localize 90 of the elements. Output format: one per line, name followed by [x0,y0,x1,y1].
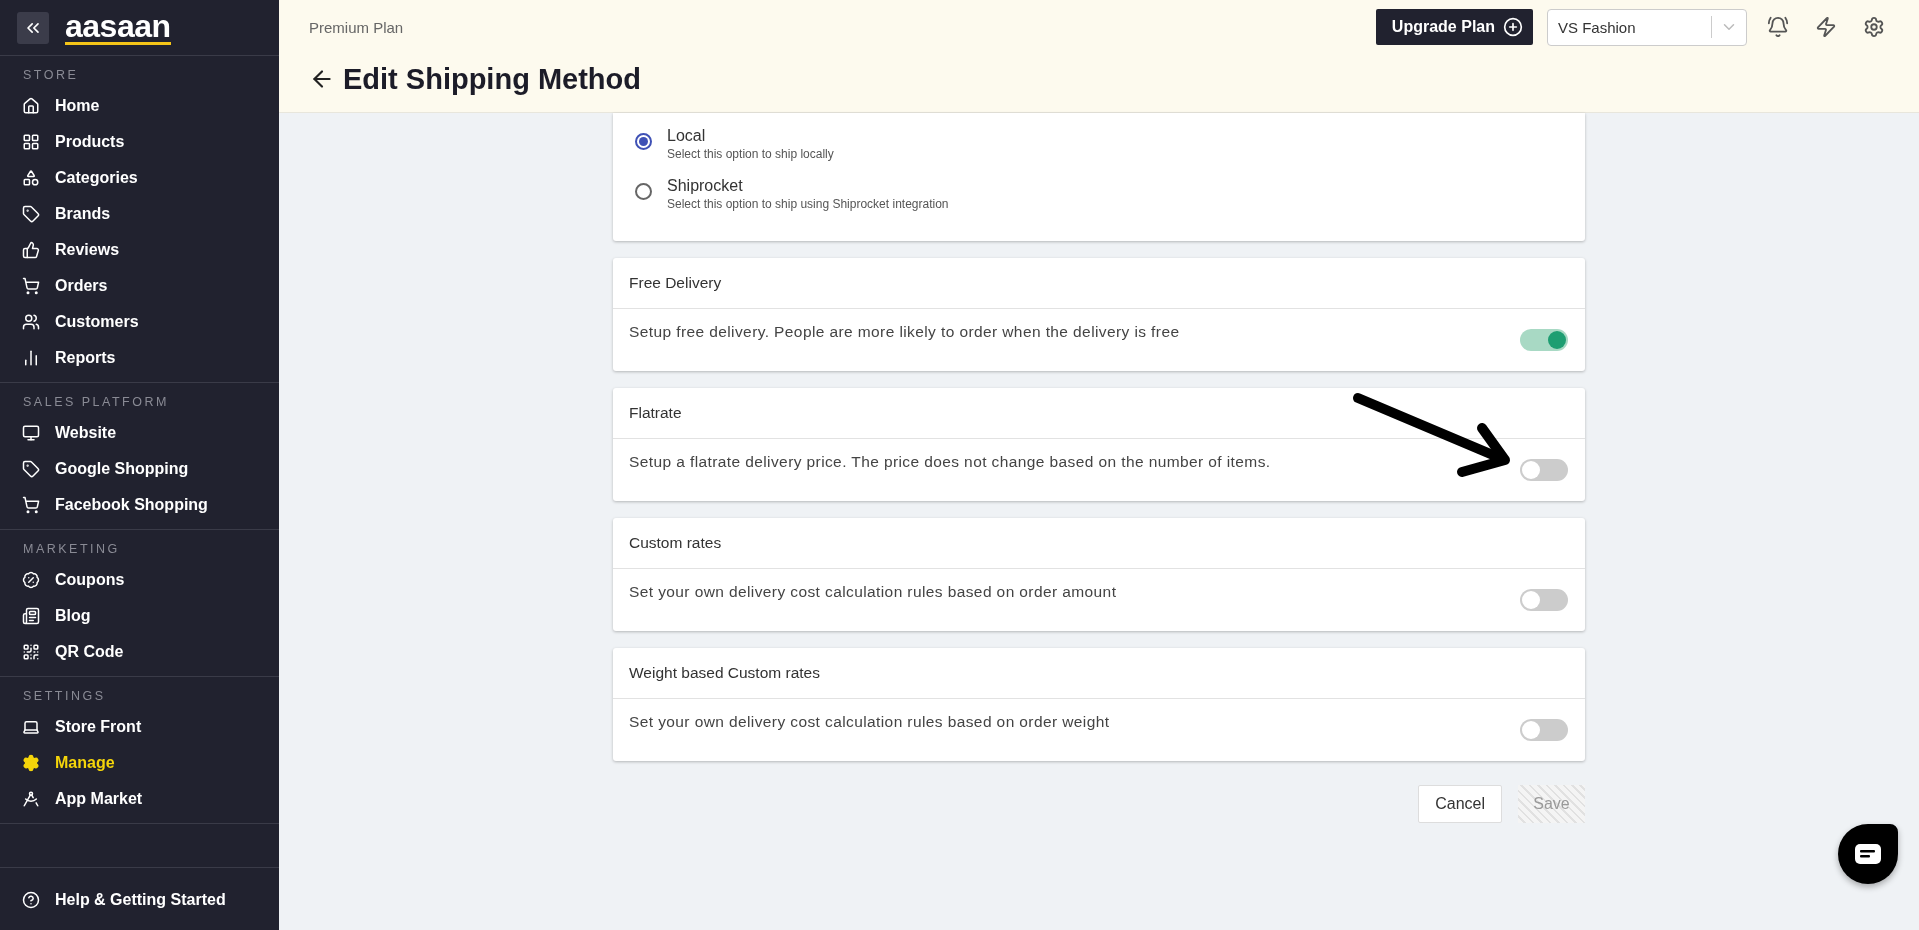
page-title: Edit Shipping Method [343,62,641,96]
sidebar-item-label: Home [55,97,100,115]
store-select-value: VS Fashion [1558,18,1637,36]
card-title: Weight based Custom rates [629,664,820,682]
sidebar-item[interactable]: Home [0,88,279,124]
sidebar-item-label: Orders [55,277,108,295]
sidebar-item[interactable]: Website [0,415,279,451]
document-icon [22,607,40,625]
radio-button[interactable] [635,133,652,150]
percent-badge-icon [22,571,40,589]
card-description: Setup a flatrate delivery price. The price does not change based on the number of items. [629,453,1271,471]
option-description: Select this option to ship locally [667,147,834,161]
lightning-icon [1815,16,1837,38]
shapes-icon [22,169,40,187]
bell-icon [1767,16,1789,38]
cart-icon [22,496,40,514]
toggle-switch[interactable] [1520,459,1568,481]
settings-icon [22,754,40,772]
help-icon [22,891,40,909]
qr-code-icon [22,643,40,661]
upgrade-plan-button[interactable]: Upgrade Plan [1375,9,1533,45]
bar-chart-icon [22,349,40,367]
cancel-button[interactable]: Cancel [1418,785,1502,823]
compass-icon [22,790,40,808]
sidebar-item-label: Reports [55,349,116,367]
card-description: Set your own delivery cost calculation rules based on order amount [629,583,1117,601]
sidebar-item-label: Google Shopping [55,460,189,478]
card-description: Setup free delivery. People are more likely to order when the delivery is free [629,323,1180,341]
sidebar-item-label: Categories [55,169,138,187]
monitor-icon [22,424,40,442]
card-title: Custom rates [629,534,722,552]
sidebar-item-label: App Market [55,790,143,808]
sidebar-item[interactable]: Reports [0,340,279,376]
sidebar-item-label: Website [55,424,117,442]
sidebar-item[interactable]: QR Code [0,634,279,670]
section-title: MARKETING [22,542,121,558]
laptop-icon [22,718,40,736]
sidebar-item-label: Manage [55,754,115,772]
sidebar-item-label: Blog [55,607,91,625]
toggle-switch[interactable] [1520,719,1568,741]
settings-icon [1863,16,1885,38]
chat-icon [1855,844,1881,864]
sidebar-item[interactable]: Google Shopping [0,451,279,487]
help-link[interactable]: Help & Getting Started [0,882,279,918]
tag-icon [22,205,40,223]
sidebar-item[interactable]: Facebook Shopping [0,487,279,523]
section-title: SETTINGS [22,689,107,705]
grid-icon [22,133,40,151]
logo: aasaan [65,10,171,45]
sidebar-item-label: QR Code [55,643,124,661]
card-description: Set your own delivery cost calculation rules based on order weight [629,713,1110,731]
sidebar-item-label: Customers [55,313,139,331]
sidebar-item-label: Reviews [55,241,120,259]
home-icon [22,97,40,115]
plus-circle-icon [1503,17,1523,37]
help-label: Help & Getting Started [55,891,226,909]
card-title: Flatrate [629,404,682,422]
option-label: Shiprocket [667,176,744,196]
sidebar-item[interactable]: Reviews [0,232,279,268]
sidebar-item-label: Facebook Shopping [55,496,208,514]
store-select[interactable]: VS Fashion [1547,8,1747,46]
sidebar-item-label: Brands [55,205,111,223]
sidebar-item[interactable]: Products [0,124,279,160]
sidebar-item[interactable]: App Market [0,781,279,817]
sidebar-item[interactable]: Coupons [0,562,279,598]
section-title: STORE [22,68,80,84]
card-title: Free Delivery [629,274,722,292]
option-label: Local [667,126,707,146]
collapse-button[interactable] [17,11,49,44]
thumbs-up-icon [22,241,40,259]
sidebar-item[interactable]: Customers [0,304,279,340]
tag-icon [22,460,40,478]
cart-icon [22,277,40,295]
sidebar-item-label: Store Front [55,718,142,736]
sidebar-item[interactable]: Categories [0,160,279,196]
toggle-switch[interactable] [1520,329,1568,351]
plan-label: Premium Plan [309,18,405,36]
sidebar-item[interactable]: Brands [0,196,279,232]
chat-button[interactable] [1838,824,1898,884]
sidebar-item-label: Products [55,133,125,151]
sidebar-item[interactable]: Manage [0,745,279,781]
users-icon [22,313,40,331]
sidebar-item[interactable]: Orders [0,268,279,304]
section-title: SALES PLATFORM [22,395,170,411]
sidebar-item-label: Coupons [55,571,125,589]
sidebar-item[interactable]: Store Front [0,709,279,745]
sidebar-item[interactable]: Blog [0,598,279,634]
radio-button[interactable] [635,183,652,200]
toggle-switch[interactable] [1520,589,1568,611]
option-description: Select this option to ship using Shiprocket integration [667,197,949,211]
